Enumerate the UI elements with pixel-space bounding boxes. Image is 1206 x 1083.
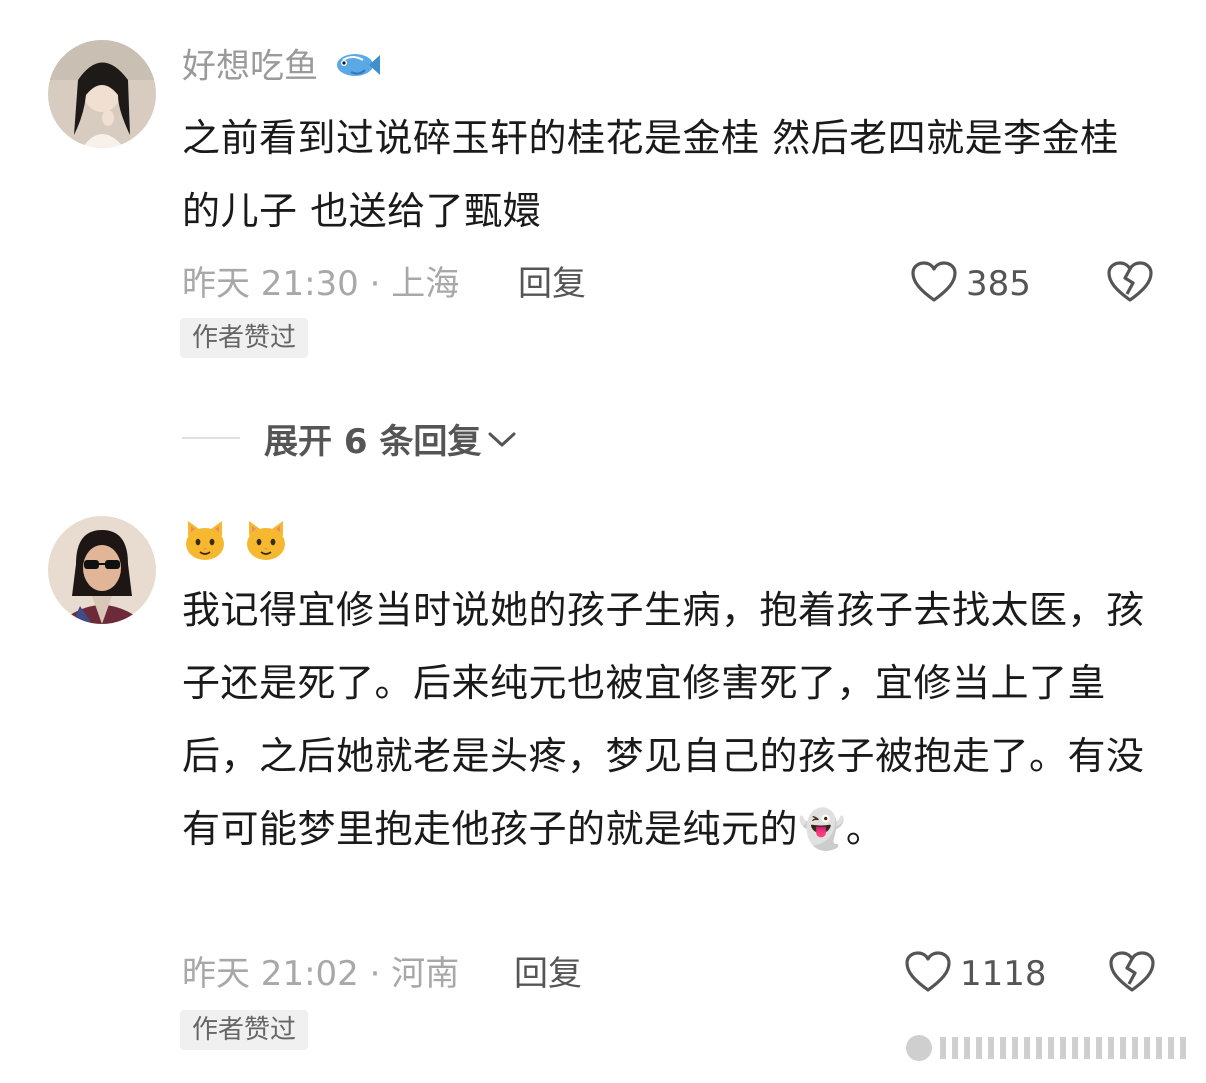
cat-face-icon xyxy=(243,518,289,566)
heart-icon xyxy=(904,950,952,998)
fish-icon xyxy=(333,48,381,88)
broken-heart-icon xyxy=(1106,260,1154,308)
chevron-down-icon xyxy=(487,418,517,458)
expand-replies-button[interactable]: 展开 6 条回复 xyxy=(264,414,517,463)
username-text[interactable]: 好想吃鱼 xyxy=(182,47,318,87)
avatar[interactable] xyxy=(48,516,156,624)
comment-meta: 昨天 21:30 · 上海 回复 385 xyxy=(182,260,1162,308)
watermark-logo xyxy=(906,1031,1196,1065)
username[interactable] xyxy=(182,518,289,566)
like-count: 385 xyxy=(966,264,1031,304)
reply-button[interactable]: 回复 xyxy=(518,262,586,306)
comment-item: 我记得宜修当时说她的孩子生病，抱着孩子去找太医，孩子还是死了。后来纯元也被宜修害… xyxy=(0,500,1206,1060)
author-liked-badge: 作者赞过 xyxy=(180,1010,309,1050)
comment-time-location: 昨天 21:30 · 上海 xyxy=(182,264,460,304)
reply-button[interactable]: 回复 xyxy=(514,952,582,996)
author-liked-badge: 作者赞过 xyxy=(180,318,309,358)
like-button[interactable]: 385 xyxy=(910,260,1031,308)
broken-heart-icon xyxy=(1108,950,1156,998)
username[interactable]: 好想吃鱼 xyxy=(182,48,381,88)
heart-icon xyxy=(910,260,958,308)
like-button[interactable]: 1118 xyxy=(904,950,1047,998)
comment-meta: 昨天 21:02 · 河南 回复 1118 xyxy=(182,950,1162,998)
expand-replies-row: 展开 6 条回复 xyxy=(182,414,517,463)
dislike-button[interactable] xyxy=(1106,260,1154,308)
comment-body: 我记得宜修当时说她的孩子生病，抱着孩子去找太医，孩子还是死了。后来纯元也被宜修害… xyxy=(182,588,1145,851)
comment-body: 之前看到过说碎玉轩的桂花是金桂 然后老四就是李金桂的儿子 也送给了甄嬛 xyxy=(182,116,1119,233)
dislike-button[interactable] xyxy=(1108,950,1156,998)
comment-item: 好想吃鱼 之前看到过说碎玉轩的桂花是金桂 然后老四就是李金桂的儿子 也送给了甄嬛… xyxy=(0,0,1206,380)
avatar[interactable] xyxy=(48,40,156,148)
comment-time-location: 昨天 21:02 · 河南 xyxy=(182,954,460,994)
like-count: 1118 xyxy=(960,954,1047,994)
cat-face-icon xyxy=(182,518,228,566)
divider xyxy=(182,437,240,439)
expand-replies-label: 展开 6 条回复 xyxy=(264,421,482,462)
